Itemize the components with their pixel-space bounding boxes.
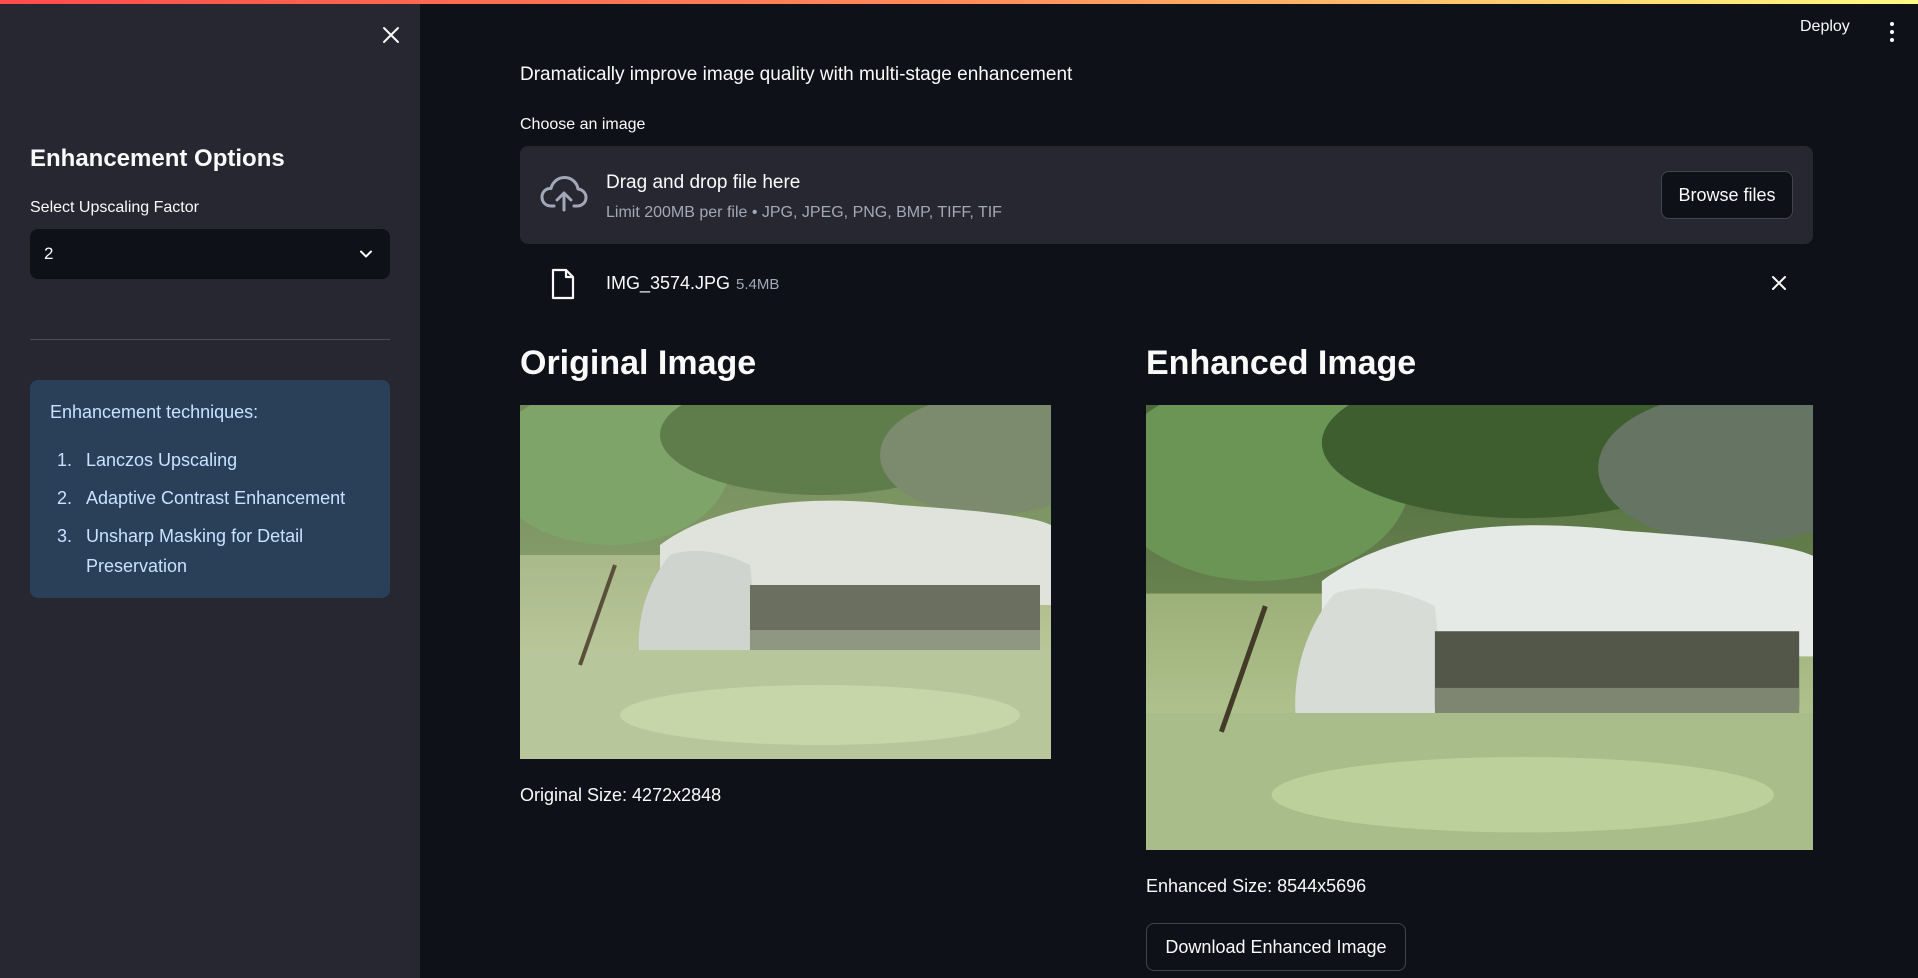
close-sidebar-button[interactable] (378, 22, 404, 48)
enhanced-size-text: Enhanced Size: 8544x5696 (1146, 876, 1367, 896)
upscaling-factor-select[interactable]: 2 (30, 229, 390, 279)
chevron-down-icon (360, 250, 372, 258)
kebab-menu-icon (1890, 38, 1894, 42)
kebab-menu-icon (1890, 30, 1894, 34)
list-text: Lanczos Upscaling (86, 450, 238, 470)
original-image-heading: Original Image (520, 344, 757, 382)
list-text: Adaptive Contrast Enhancement (86, 488, 346, 508)
list-number: 1. (56, 450, 72, 470)
close-icon (383, 27, 399, 43)
original-size-text: Original Size: 4272x2848 (520, 785, 722, 805)
cloud-upload-icon (540, 176, 588, 212)
dropzone-title: Drag and drop file here (606, 172, 801, 193)
list-number: 3. (56, 526, 72, 546)
list-item: 2. Adaptive Contrast Enhancement (50, 483, 370, 513)
techniques-list: 1. Lanczos Upscaling 2. Adaptive Contras… (50, 445, 370, 581)
file-size: 5.4MB (736, 276, 780, 293)
sidebar-divider (30, 339, 390, 340)
sidebar: Enhancement Options Select Upscaling Fac… (0, 0, 420, 978)
file-icon (551, 268, 575, 300)
kebab-menu-icon (1890, 22, 1894, 26)
uploaded-file-row: IMG_3574.JPG 5.4MB (520, 262, 1813, 306)
dropzone-limit: Limit 200MB per file • JPG, JPEG, PNG, B… (606, 204, 1002, 221)
file-name: IMG_3574.JPG (606, 273, 731, 293)
techniques-info-box: Enhancement techniques: 1. Lanczos Upsca… (30, 380, 390, 598)
main-menu-button[interactable] (1884, 20, 1900, 44)
info-title: Enhancement techniques: (50, 402, 259, 422)
list-number: 2. (56, 488, 72, 508)
select-value: 2 (44, 244, 54, 263)
top-accent-bar (0, 0, 1918, 4)
sidebar-title: Enhancement Options (30, 145, 285, 172)
page-subtitle: Dramatically improve image quality with … (520, 64, 1073, 85)
download-enhanced-button[interactable]: Download Enhanced Image (1146, 923, 1406, 971)
upscaling-factor-label: Select Upscaling Factor (30, 199, 199, 216)
list-item: 1. Lanczos Upscaling (50, 445, 370, 475)
list-text: Unsharp Masking for Detail Preservation (86, 526, 304, 576)
uploader-label: Choose an image (520, 116, 646, 133)
enhanced-image (1146, 405, 1813, 850)
browse-files-button[interactable]: Browse files (1661, 171, 1793, 219)
remove-file-icon[interactable] (1770, 274, 1788, 292)
enhanced-image-heading: Enhanced Image (1146, 344, 1417, 382)
original-image (520, 405, 1051, 759)
deploy-button[interactable]: Deploy (1800, 18, 1850, 36)
file-dropzone[interactable]: Drag and drop file here Limit 200MB per … (520, 146, 1813, 244)
list-item: 3. Unsharp Masking for Detail Preservati… (50, 521, 370, 581)
